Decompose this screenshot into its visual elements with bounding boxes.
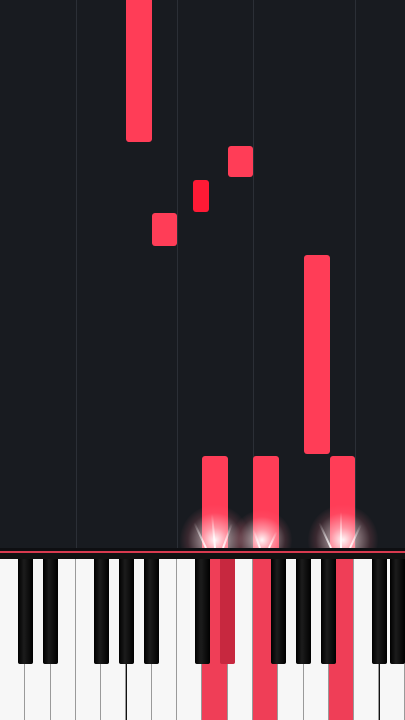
piano-game-screen: [0, 0, 405, 720]
black-key[interactable]: [372, 559, 387, 664]
black-key[interactable]: [270, 559, 286, 664]
black-key[interactable]: [194, 559, 210, 664]
black-key[interactable]: [43, 559, 59, 664]
falling-note: [304, 255, 330, 454]
falling-note: [152, 213, 177, 246]
falling-note: [228, 146, 253, 177]
lane-divider: [177, 0, 178, 552]
hit-spark: [340, 512, 342, 548]
black-key[interactable]: [296, 559, 312, 664]
black-key[interactable]: [390, 559, 405, 664]
playing-note: [330, 456, 355, 552]
lane-divider: [76, 0, 77, 552]
black-key[interactable]: [220, 559, 236, 664]
lane-divider: [355, 0, 356, 552]
piano-keyboard[interactable]: [0, 553, 405, 720]
falling-note: [193, 180, 209, 212]
black-key[interactable]: [144, 559, 160, 664]
black-key[interactable]: [17, 559, 33, 664]
black-key[interactable]: [119, 559, 134, 664]
note-roll: [0, 0, 405, 575]
falling-note: [126, 0, 152, 142]
black-key[interactable]: [321, 559, 337, 664]
black-key[interactable]: [93, 559, 109, 664]
